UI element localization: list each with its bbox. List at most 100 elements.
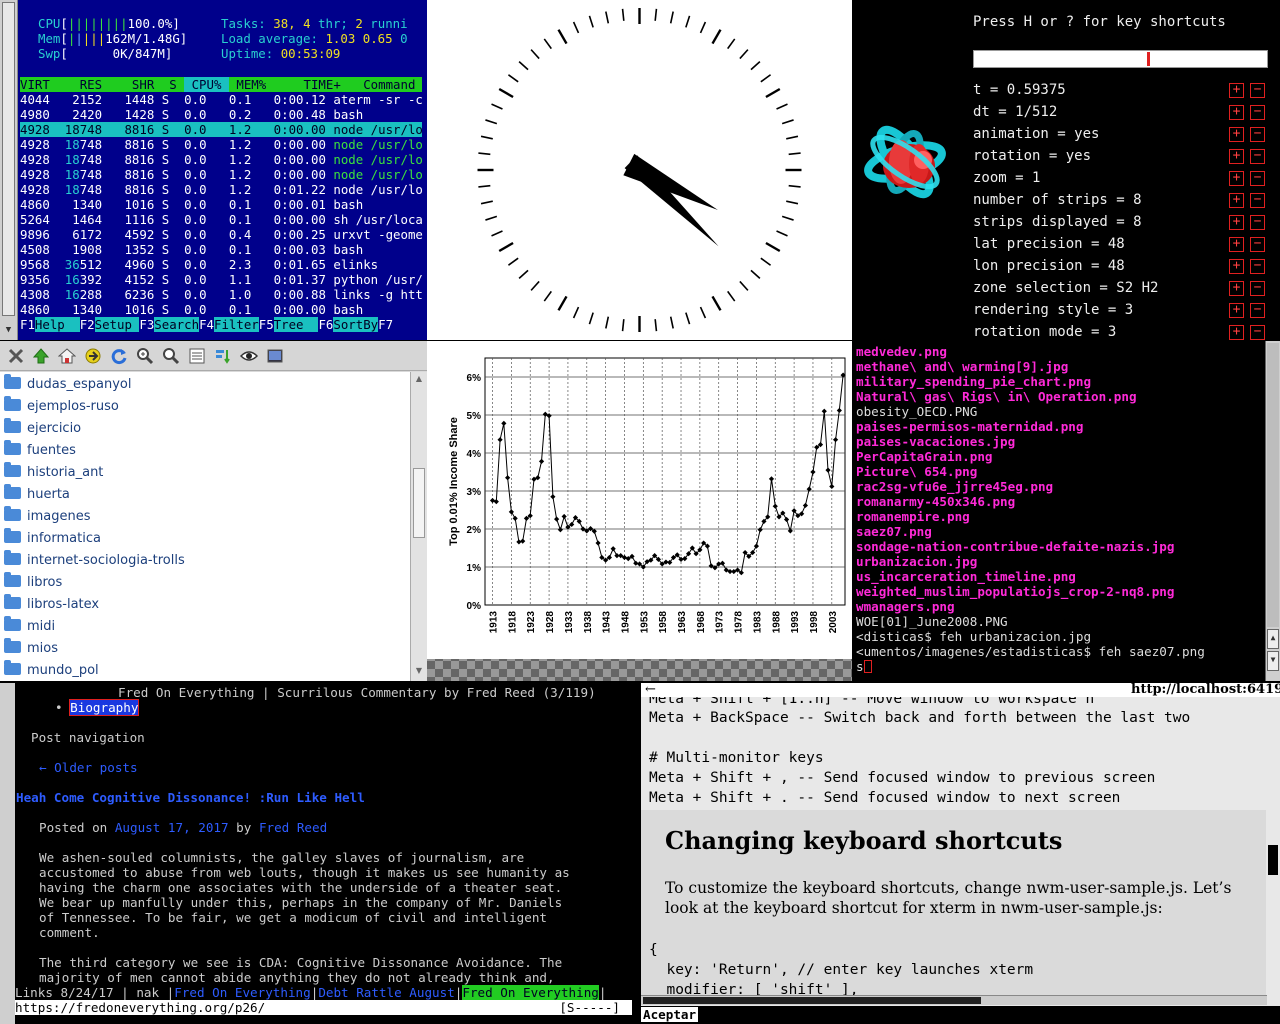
folder-item[interactable]: historia_ant [4,462,103,484]
column-header-cpu[interactable]: CPU% [184,77,229,92]
folder-item[interactable]: libros-latex [4,594,99,616]
process-row[interactable]: 4928 18748 8816 S 0.0 1.2 0:00.00 node /… [20,122,423,137]
localhost-browser[interactable]: ← http://localhost:6419/ Meta + Shift + … [641,683,1280,1024]
folder-list-scrollbar[interactable]: ▲ ▼ [410,372,427,681]
increase-button[interactable]: + [1229,215,1244,230]
fkey-f3[interactable]: F3 [139,317,154,332]
fkey-f2[interactable]: F2 [80,317,95,332]
folder-list[interactable]: dudas_espanyol ejemplos-ruso ejercicio fuen… [0,372,410,681]
zoom-in-icon[interactable] [136,347,154,365]
increase-button[interactable]: + [1229,105,1244,120]
folder-item[interactable]: dudas_espanyol [4,374,131,396]
image-viewer-chart[interactable]: 0% 1% 2% 3% 4% 5% 6% 1913 1918 1923 1928 1933 1938 19… [427,341,852,681]
url-text[interactable]: https://fredoneverything.org/p26/ [15,1000,265,1015]
post-date-link[interactable]: August 17, 2017 [115,820,229,835]
list-view-icon[interactable] [188,347,206,365]
decrease-button[interactable]: − [1250,127,1265,142]
fkey-label[interactable]: SortBy [333,317,379,332]
process-row[interactable]: 4928 18748 8816 S 0.0 1.2 0:00.00 node /… [20,167,423,182]
process-row[interactable]: 5264 1464 1116 S 0.0 0.1 0:00.00 sh /usr… [20,212,423,227]
reload-icon[interactable] [110,347,128,365]
fkey-label[interactable]: Tree [273,317,319,332]
url-bar[interactable]: https://fredoneverything.org/p26/ [S-----… [15,1000,632,1015]
scroll-up-arrow-icon[interactable]: ▲ [413,374,425,386]
process-row[interactable]: 4508 1908 1352 S 0.0 0.1 0:00.03 bash [20,242,422,257]
scrollbar-thumb[interactable] [1268,845,1278,875]
sort-icon[interactable] [214,347,232,365]
htop-terminal[interactable]: ▼ CPU[||||||||100.0%] Mem[|||||162M/1.48… [0,0,427,340]
process-row[interactable]: 4308 16288 6236 S 0.0 1.0 0:00.88 links … [20,287,423,302]
biography-item[interactable]: • Biography [55,699,140,716]
folder-item[interactable]: internet-sociologia-trolls [4,550,185,572]
forward-icon[interactable] [84,347,102,365]
terminal-input-line[interactable]: s [856,659,872,674]
column-header-command[interactable]: Command [348,77,415,92]
up-arrow-icon[interactable] [32,347,50,365]
increase-button[interactable]: + [1229,325,1244,340]
horizontal-scrollbar-thumb[interactable] [643,997,981,1004]
folder-item[interactable]: fuentes [4,440,76,462]
column-header-time[interactable]: TIME+ [274,77,349,92]
increase-button[interactable]: + [1229,171,1244,186]
file-manager-toolbar[interactable] [0,341,427,371]
increase-button[interactable]: + [1229,83,1244,98]
decrease-button[interactable]: − [1250,215,1265,230]
shapes-viewer[interactable]: Press H or ? for key shortcuts t = 0.593… [853,0,1280,340]
folder-item[interactable]: informatica [4,528,101,550]
process-row[interactable]: 9356 16392 4152 S 0.0 1.1 0:01.37 python… [20,272,423,287]
process-row[interactable]: 4980 2420 1428 S 0.0 0.2 0:00.48 bash [20,107,422,122]
folder-item[interactable]: ejercicio [4,418,81,440]
process-row[interactable]: 4860 1340 1016 S 0.0 0.1 0:00.01 bash [20,197,422,212]
process-row[interactable]: 4860 1340 1016 S 0.0 0.1 0:00.00 bash [20,302,422,317]
folder-item[interactable]: ejemplos-ruso [4,396,119,418]
scrollbar-thumb[interactable] [2,2,15,316]
process-row[interactable]: 4044 2152 1448 S 0.0 0.1 0:00.12 aterm -… [20,92,423,107]
terminal-scrollbar[interactable]: ▲ ▼ [1265,341,1280,681]
folder-item[interactable]: huerta [4,484,70,506]
time-slider[interactable] [973,50,1268,68]
htop-scrollbar[interactable]: ▼ [0,0,18,340]
increase-button[interactable]: + [1229,259,1244,274]
eye-icon[interactable] [240,347,258,365]
increase-button[interactable]: + [1229,237,1244,252]
folder-item[interactable]: mios [4,638,58,660]
process-table-header[interactable]: VIRT RES SHR S CPU% MEM% TIME+ Command [20,77,422,92]
fkey-label[interactable]: Help [34,317,80,332]
zoom-fit-icon[interactable] [162,347,180,365]
browser-tab[interactable]: Fred On Everything [174,985,310,1000]
author-link[interactable]: Fred Reed [259,820,327,835]
process-row[interactable]: 9896 6172 4592 S 0.0 0.4 0:00.25 urxvt -… [20,227,423,242]
file-manager[interactable]: dudas_espanyol ejemplos-ruso ejercicio fuen… [0,341,427,681]
scroll-down-arrow-icon[interactable]: ▼ [413,666,425,678]
back-arrow-icon[interactable]: ← [645,683,656,697]
horizontal-scrollbar[interactable] [641,995,1267,1005]
scrollbar-thumb[interactable] [413,468,425,538]
scroll-down-arrow-icon[interactable]: ▼ [2,324,15,337]
accept-button[interactable]: Aceptar [641,1007,699,1022]
decrease-button[interactable]: − [1250,149,1265,164]
decrease-button[interactable]: − [1250,83,1265,98]
urxvt-terminal[interactable]: medvedev.png methane\ and\ warming[9].jpg… [853,341,1280,681]
decrease-button[interactable]: − [1250,281,1265,296]
column-header-mem[interactable]: MEM% [229,77,274,92]
browser-scrollbar[interactable] [1267,697,1280,995]
scroll-down-arrow-icon[interactable]: ▼ [1267,651,1279,671]
folder-item[interactable]: midi [4,616,55,638]
process-row[interactable]: 9568 36512 4960 S 0.0 2.3 0:01.65 elinks [20,257,422,272]
folder-item[interactable]: imagenes [4,506,91,528]
fkey-label[interactable]: Filter [213,317,259,332]
browser-tab[interactable]: Debt Rattle August [318,985,454,1000]
column-header-s[interactable]: S [162,77,184,92]
slider-handle[interactable] [1146,52,1150,66]
column-header-virt[interactable]: VIRT [20,77,57,92]
fkey-label[interactable]: Setup [94,317,140,332]
increase-button[interactable]: + [1229,303,1244,318]
process-row[interactable]: 4928 18748 8816 S 0.0 1.2 0:00.00 node /… [20,137,423,152]
folder-item[interactable]: libros [4,572,62,594]
process-row[interactable]: 4928 18748 8816 S 0.0 1.2 0:01.22 node /… [20,182,423,197]
decrease-button[interactable]: − [1250,171,1265,186]
function-key-bar[interactable]: F1Help F2Setup F3SearchF4FilterF5Tree F6… [20,317,393,332]
older-posts-link[interactable]: ← Older posts [39,760,138,775]
increase-button[interactable]: + [1229,193,1244,208]
process-table[interactable]: 4044 2152 1448 S 0.0 0.1 0:00.12 aterm -… [20,92,423,317]
